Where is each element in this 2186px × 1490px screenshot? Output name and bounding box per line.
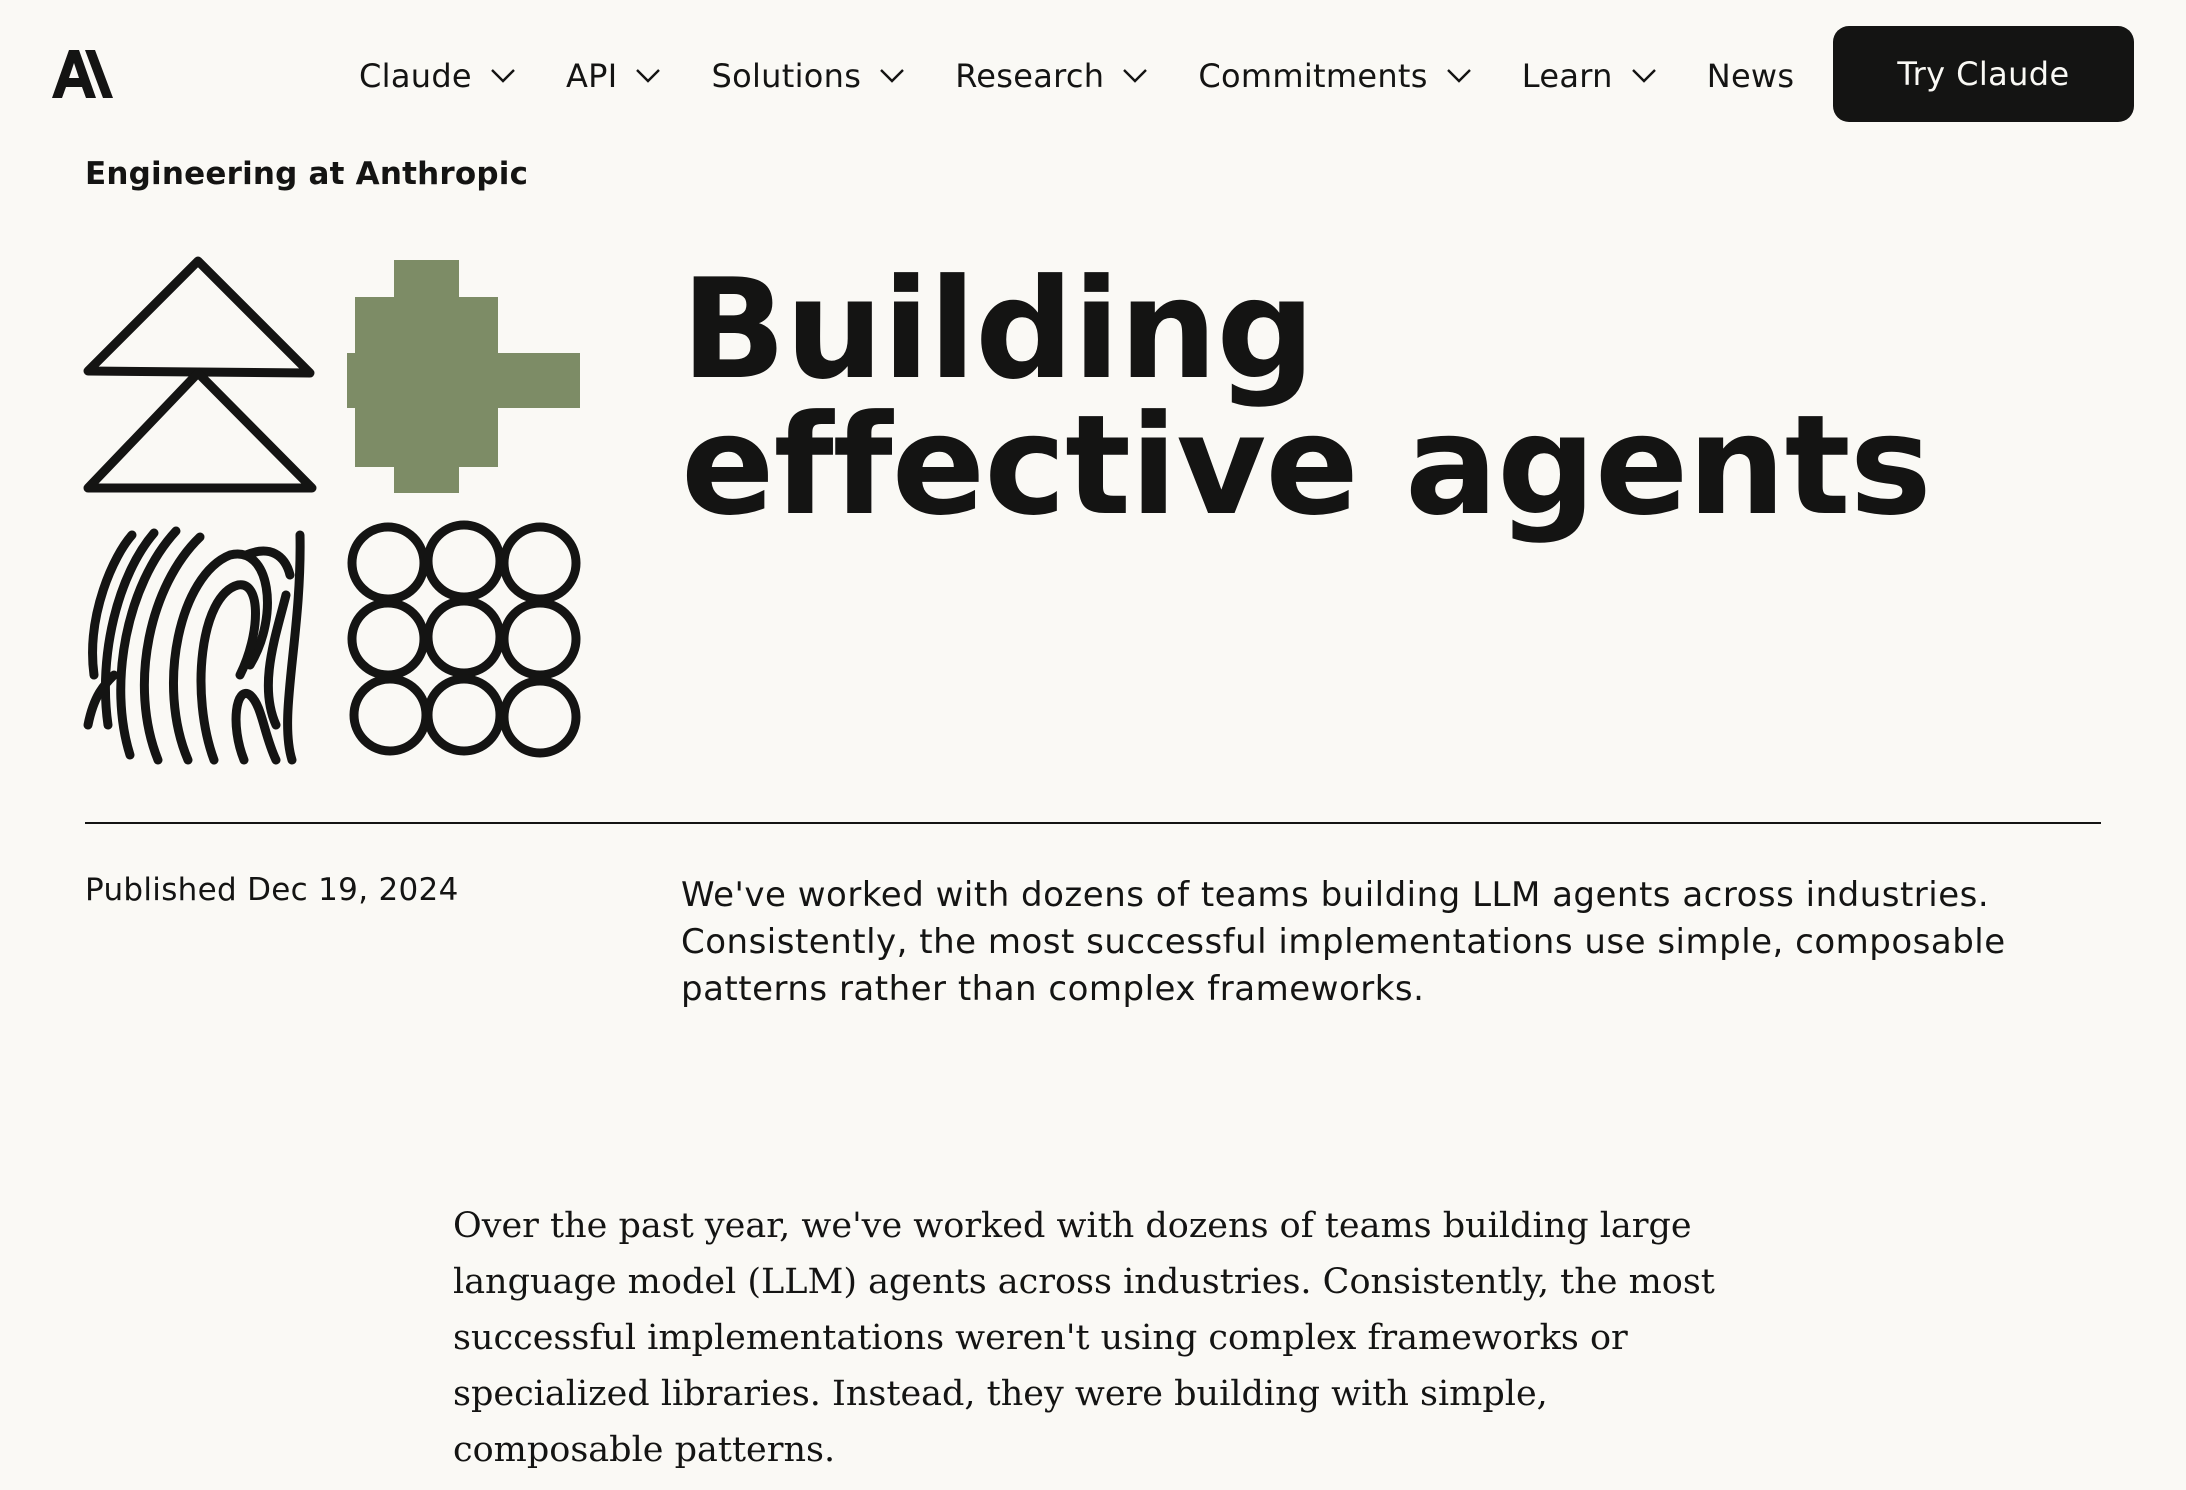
anthropic-logo[interactable]	[52, 50, 116, 98]
circle-grid-icon	[347, 520, 581, 758]
article-intro-paragraph: Over the past year, we've worked with do…	[453, 1206, 1715, 1470]
nav-item-label: API	[565, 57, 618, 95]
section-eyebrow: Engineering at Anthropic	[85, 156, 529, 192]
divider	[85, 822, 2101, 824]
hero-illustration	[83, 256, 581, 765]
chevron-down-icon	[636, 69, 661, 83]
nav-item-solutions[interactable]: Solutions	[711, 57, 905, 95]
fingerprint-icon	[83, 526, 305, 765]
nav-item-research[interactable]: Research	[955, 57, 1148, 95]
chevron-down-icon	[491, 69, 515, 83]
chevron-down-icon	[1631, 69, 1656, 83]
nav-item-label: Learn	[1521, 57, 1613, 95]
chevron-down-icon	[1123, 69, 1148, 83]
stacked-triangles-icon	[83, 256, 317, 493]
nav-item-label: Research	[955, 57, 1105, 95]
nav-item-claude[interactable]: Claude	[359, 57, 516, 95]
chevron-down-icon	[1446, 69, 1471, 83]
nav-item-label: Claude	[359, 57, 472, 95]
article-summary: We've worked with dozens of teams buildi…	[681, 875, 2006, 1009]
try-claude-button[interactable]: Try Claude	[1833, 26, 2134, 122]
page-title: Building effective agents	[681, 249, 1932, 546]
nav-item-label: News	[1706, 57, 1795, 95]
published-date: Published Dec 19, 2024	[85, 872, 459, 908]
main-nav: Claude API Solutions Research Commitment…	[359, 52, 1794, 100]
page: Claude API Solutions Research Commitment…	[0, 0, 2186, 1490]
nav-item-label: Commitments	[1198, 57, 1428, 95]
cross-shape-icon	[347, 260, 580, 493]
nav-item-commitments[interactable]: Commitments	[1198, 57, 1471, 95]
chevron-down-icon	[880, 69, 905, 83]
nav-item-learn[interactable]: Learn	[1522, 57, 1657, 95]
nav-item-news[interactable]: News	[1707, 57, 1795, 95]
nav-item-api[interactable]: API	[566, 57, 662, 95]
nav-item-label: Solutions	[711, 57, 862, 95]
